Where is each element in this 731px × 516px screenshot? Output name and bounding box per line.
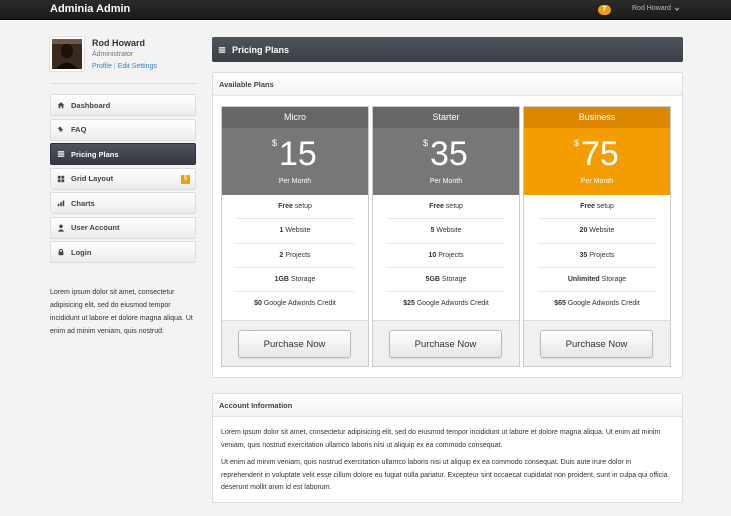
user-menu[interactable]: Rod Howard bbox=[632, 5, 680, 12]
plan-feature: 20 Website bbox=[538, 219, 656, 244]
sidebar-nav: Dashboard FAQ Pricing Plans Grid Layout … bbox=[50, 94, 196, 266]
sidebar-item-charts[interactable]: Charts bbox=[50, 192, 196, 214]
plan-price-box: $ 75 Per Month bbox=[524, 128, 670, 195]
sidebar-item-pricing-plans[interactable]: Pricing Plans bbox=[50, 143, 196, 165]
plan-currency: $ bbox=[423, 138, 429, 148]
plan-price: 15 bbox=[279, 135, 317, 173]
user-menu-label: Rod Howard bbox=[632, 5, 671, 12]
page-title-bar: Pricing Plans bbox=[212, 37, 683, 62]
account-info-body: Lorem ipsum dolor sit amet, consectetur … bbox=[213, 417, 682, 495]
sidebar-item-label: Dashboard bbox=[71, 100, 111, 110]
grid-layout-badge: 5 bbox=[181, 174, 190, 184]
plan-period: Per Month bbox=[429, 178, 463, 185]
plan-feature: 5 Website bbox=[387, 219, 505, 244]
plan-currency: $ bbox=[574, 138, 580, 148]
sidebar-item-faq[interactable]: FAQ bbox=[50, 118, 196, 141]
profile-link[interactable]: Profile bbox=[92, 63, 112, 70]
sidebar-item-user-account[interactable]: User Account bbox=[50, 216, 196, 239]
plan-feature: 1GB Storage bbox=[236, 268, 354, 293]
plan-column-micro: Micro $ 15 Per Month Free setup 1 Websit… bbox=[221, 106, 369, 367]
plan-column-business: Business $ 75 Per Month Free setup 20 We… bbox=[523, 106, 671, 367]
sidebar-item-label: Charts bbox=[71, 198, 95, 208]
sidebar-item-label: Grid Layout bbox=[71, 174, 114, 183]
plan-feature: 35 Projects bbox=[538, 244, 656, 268]
profile-name: Rod Howard bbox=[92, 38, 145, 48]
plan-price: 75 bbox=[581, 135, 619, 173]
notification-badge[interactable]: 7 bbox=[598, 5, 611, 15]
plan-feature: Unlimited Storage bbox=[538, 268, 656, 293]
plan-feature: Free setup bbox=[387, 195, 505, 220]
sidebar-item-dashboard[interactable]: Dashboard bbox=[50, 94, 196, 116]
home-icon bbox=[57, 101, 65, 109]
plan-feature: Free setup bbox=[538, 195, 656, 220]
sidebar-item-label: User Account bbox=[71, 223, 120, 232]
plan-feature: 2 Projects bbox=[236, 244, 354, 268]
edit-settings-link[interactable]: Edit Settings bbox=[118, 63, 157, 70]
purchase-now-button[interactable]: Purchase Now bbox=[540, 330, 653, 358]
brand-logo[interactable]: Adminia Admin bbox=[50, 3, 130, 15]
plan-features: Free setup 20 Website 35 Projects Unlimi… bbox=[538, 195, 656, 316]
link-separator: | bbox=[113, 63, 116, 70]
plan-features: Free setup 5 Website 10 Projects 5GB Sto… bbox=[387, 195, 505, 316]
plan-feature: 5GB Storage bbox=[387, 268, 505, 293]
plan-footer: Purchase Now bbox=[524, 320, 670, 366]
plan-feature: 10 Projects bbox=[387, 244, 505, 268]
sidebar-divider bbox=[50, 83, 196, 84]
plan-name: Starter bbox=[373, 107, 519, 128]
plan-price: 35 bbox=[430, 135, 468, 173]
sidebar-item-label: Login bbox=[71, 247, 92, 257]
sidebar-item-label: FAQ bbox=[71, 125, 87, 134]
plan-period: Per Month bbox=[278, 178, 312, 185]
chevron-down-icon bbox=[674, 7, 680, 11]
plan-feature: 1 Website bbox=[236, 219, 354, 244]
user-icon bbox=[57, 224, 65, 232]
available-plans-panel: Available Plans Micro $ 15 Per Month Fre… bbox=[212, 72, 683, 378]
pushpin-icon bbox=[57, 125, 65, 134]
plan-features: Free setup 1 Website 2 Projects 1GB Stor… bbox=[236, 195, 354, 316]
lock-icon bbox=[57, 248, 65, 256]
sidebar-item-grid-layout[interactable]: Grid Layout 5 bbox=[50, 167, 196, 190]
account-paragraph: Lorem ipsum dolor sit amet, consectetur … bbox=[221, 429, 661, 449]
sidebar-item-login[interactable]: Login bbox=[50, 241, 196, 263]
profile-card: Rod Howard Administrator Profile | Edit Se… bbox=[50, 37, 196, 75]
plan-feature: $25 Google Adwords Credit bbox=[403, 300, 489, 308]
account-paragraph: Ut enim ad minim veniam, quis nostrud ex… bbox=[221, 459, 668, 491]
plan-feature: $0 Google Adwords Credit bbox=[254, 300, 336, 308]
page-title: Pricing Plans bbox=[232, 44, 290, 55]
plan-column-starter: Starter $ 35 Per Month Free setup 5 Webs… bbox=[372, 106, 520, 367]
panel-title: Account Information bbox=[213, 394, 682, 417]
avatar bbox=[50, 37, 84, 71]
account-information-panel: Account Information Lorem ipsum dolor si… bbox=[212, 393, 683, 503]
profile-links: Profile | Edit Settings bbox=[92, 63, 157, 70]
list-icon bbox=[57, 150, 65, 158]
sidebar-description: Lorem ipsum dolor sit amet, consectetur … bbox=[50, 289, 193, 335]
plan-currency: $ bbox=[272, 138, 278, 148]
bar-chart-icon bbox=[57, 199, 65, 207]
plan-price-box: $ 15 Per Month bbox=[222, 128, 368, 195]
list-icon bbox=[218, 46, 226, 53]
pricing-table: Micro $ 15 Per Month Free setup 1 Websit… bbox=[221, 106, 671, 367]
plan-name: Micro bbox=[222, 107, 368, 128]
profile-role: Administrator bbox=[92, 51, 134, 58]
top-bar: Adminia Admin 7 Rod Howard bbox=[0, 0, 731, 20]
purchase-now-button[interactable]: Purchase Now bbox=[238, 330, 351, 358]
panel-title: Available Plans bbox=[213, 73, 682, 96]
plan-price-box: $ 35 Per Month bbox=[373, 128, 519, 195]
purchase-now-button[interactable]: Purchase Now bbox=[389, 330, 502, 358]
plan-feature: $65 Google Adwords Credit bbox=[554, 300, 640, 308]
plan-footer: Purchase Now bbox=[222, 320, 368, 366]
plan-period: Per Month bbox=[580, 178, 614, 185]
plan-name: Business bbox=[524, 107, 670, 128]
grid-icon bbox=[57, 175, 65, 183]
plan-feature: Free setup bbox=[236, 195, 354, 220]
sidebar-item-label: Pricing Plans bbox=[71, 149, 119, 159]
plan-footer: Purchase Now bbox=[373, 320, 519, 366]
